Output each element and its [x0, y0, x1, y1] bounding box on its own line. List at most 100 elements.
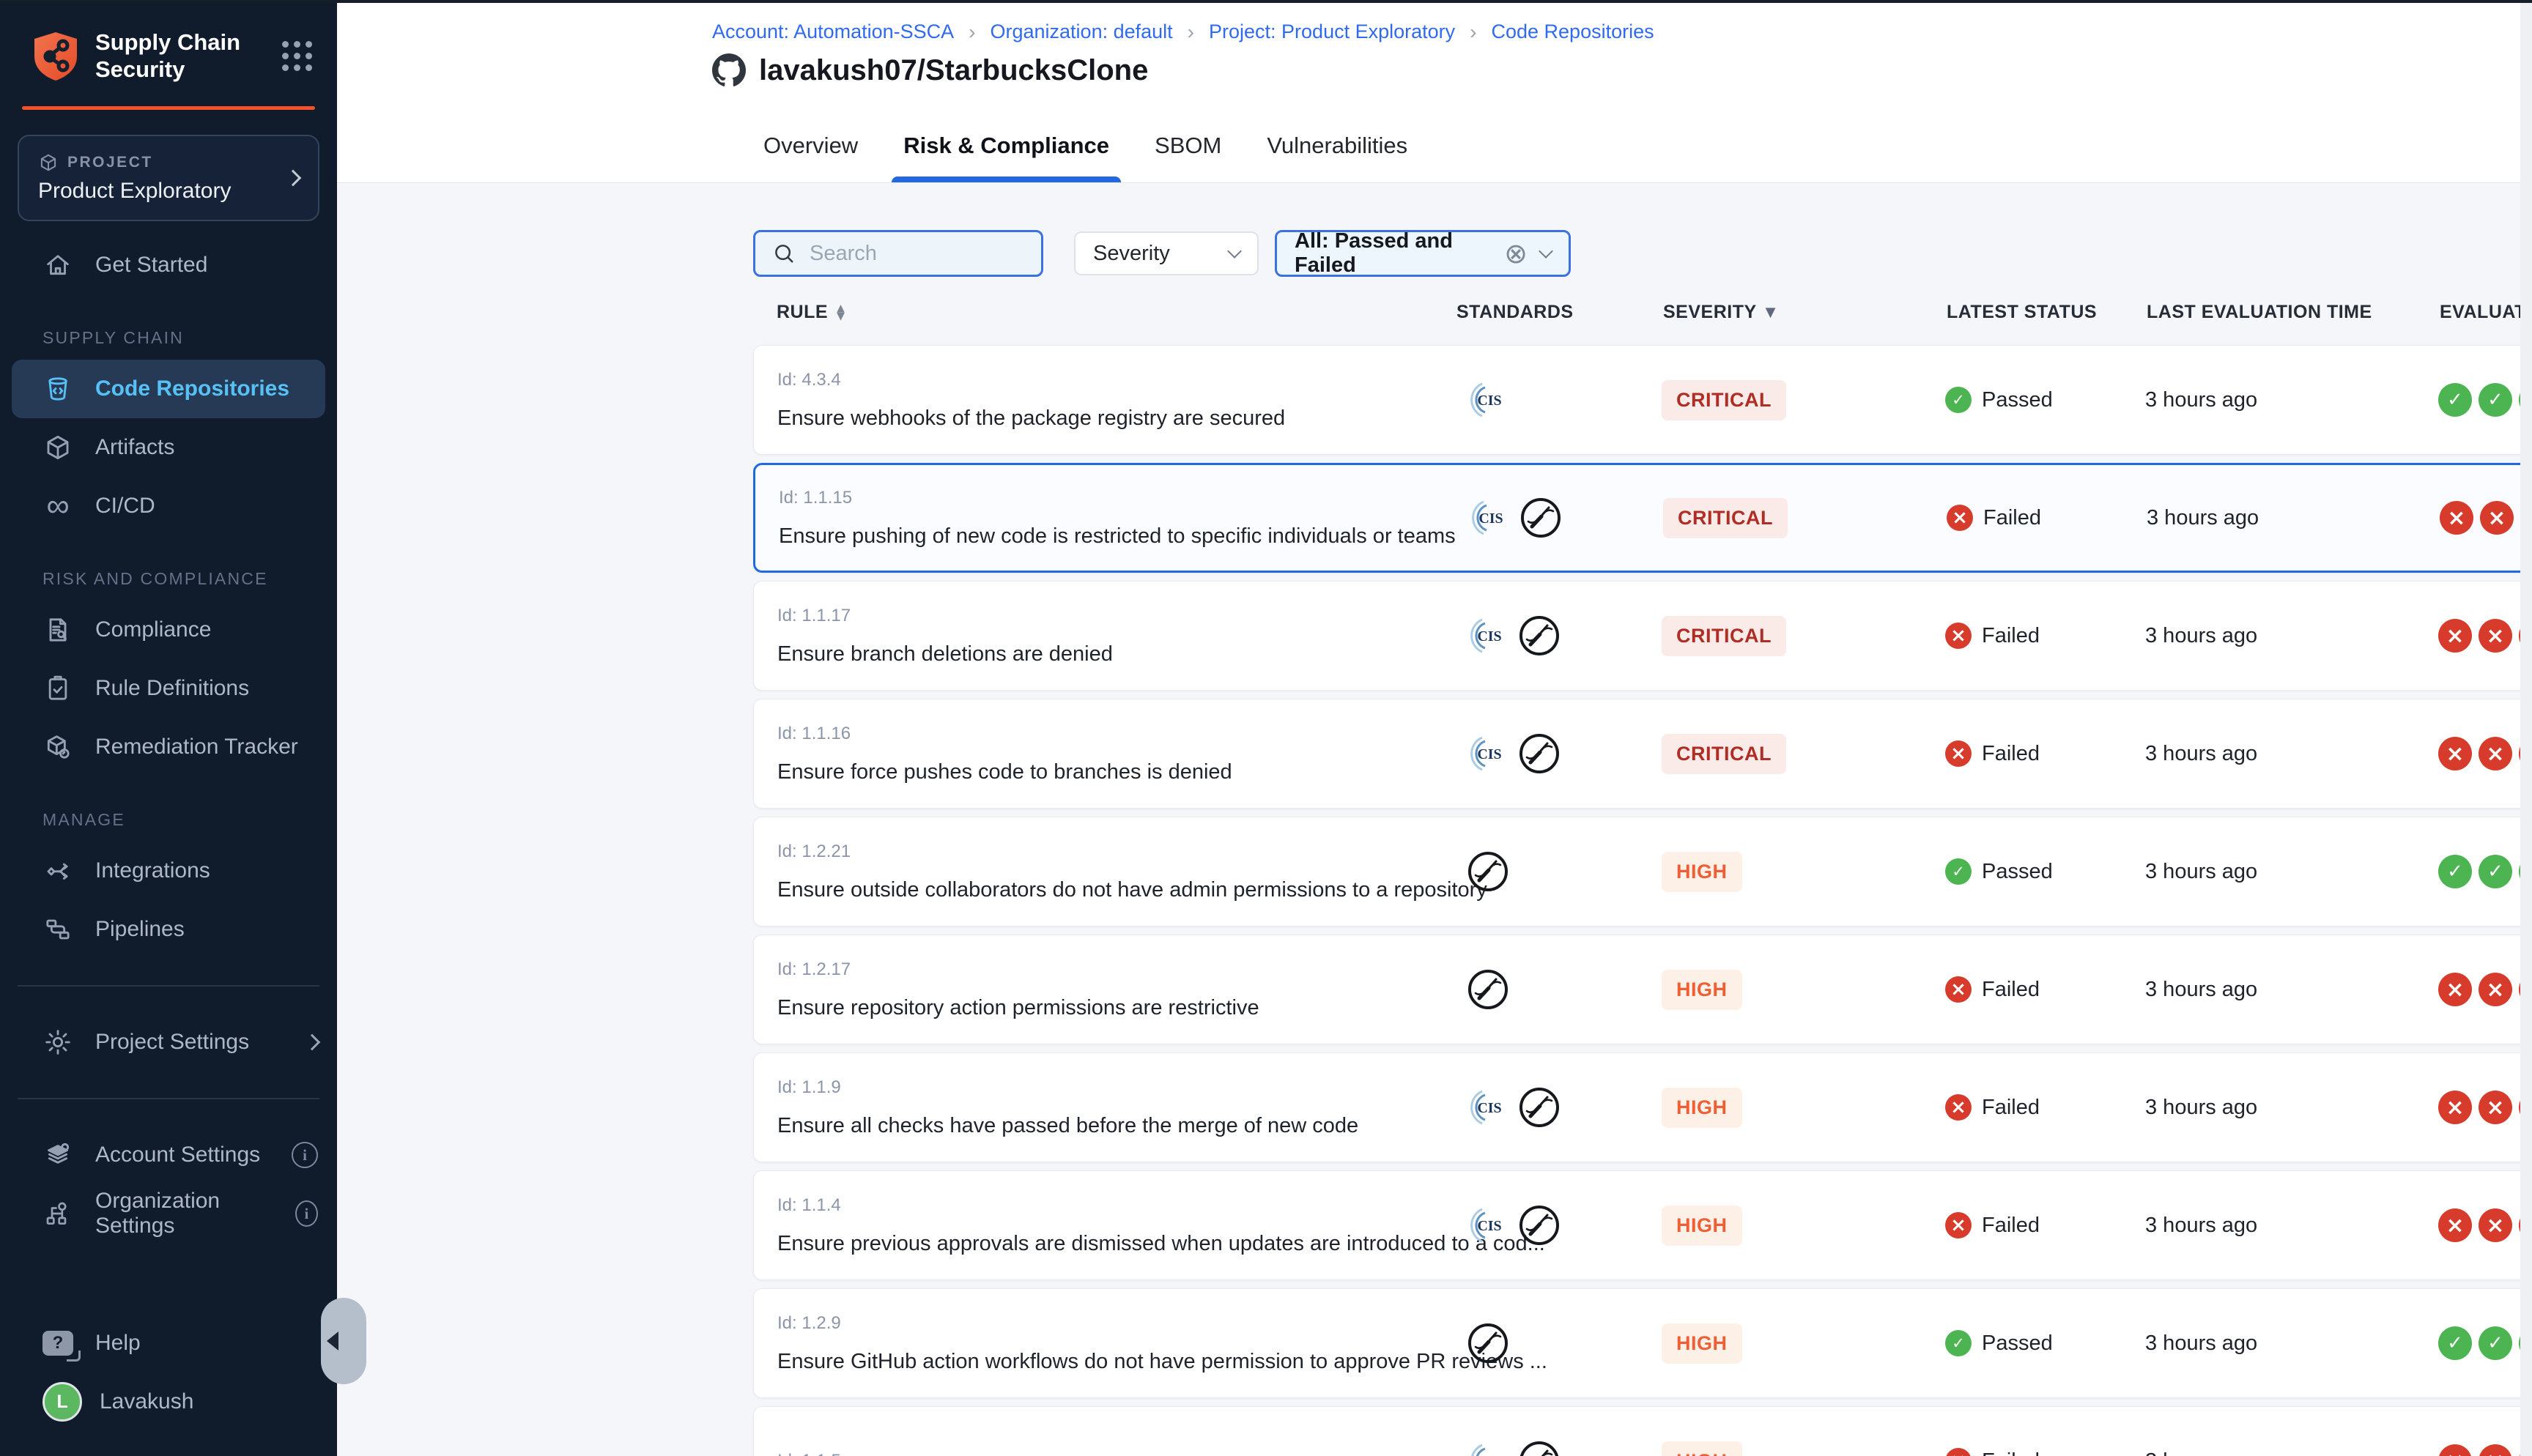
chevron-right-icon	[304, 1034, 321, 1051]
standards-cell: CIS	[1456, 497, 1663, 539]
owasp-standard-icon	[1467, 968, 1509, 1011]
sidebar-item-label: Get Started	[95, 253, 207, 278]
tab-overview[interactable]: Overview	[762, 108, 859, 182]
sidebar-item-label: Code Repositories	[95, 376, 289, 401]
breadcrumb: Account: Automation-SSCA › Organization: d…	[712, 21, 2532, 43]
status-failed-icon: ×	[1945, 1094, 1972, 1121]
sidebar-item-label: Remediation Tracker	[95, 735, 298, 759]
sidebar-item-pipelines[interactable]: Pipelines	[0, 900, 337, 959]
tab-vulnerabilities[interactable]: Vulnerabilities	[1265, 108, 1409, 182]
column-header-latest-status[interactable]: LATEST STATUS	[1947, 302, 2147, 323]
status-failed-icon: ×	[1945, 976, 1972, 1003]
status-cell: ×Failed	[1945, 1212, 2145, 1238]
filters-row: Severity All: Passed and Failed ⊗	[753, 230, 2532, 277]
help-chat-icon: ?	[42, 1328, 73, 1359]
cis-standard-icon: CIS	[1467, 1441, 1508, 1456]
sidebar-item-get-started[interactable]: Get Started	[0, 236, 337, 294]
sidebar-item-help[interactable]: ? Help	[0, 1314, 337, 1373]
table-row[interactable]: Id: 1.1.15Ensure pushing of new code is …	[753, 463, 2532, 573]
sidebar-item-artifacts[interactable]: Artifacts	[0, 418, 337, 477]
sort-desc-icon[interactable]: ▼	[1766, 305, 1776, 320]
breadcrumb-separator: ›	[969, 22, 975, 42]
table-row[interactable]: Id: 1.1.16Ensure force pushes code to br…	[753, 699, 2532, 809]
table-row[interactable]: Id: 1.1.9Ensure all checks have passed b…	[753, 1052, 2532, 1162]
info-icon[interactable]: i	[295, 1200, 318, 1227]
column-header-evaluation-history[interactable]: EVALUATION HISTORY	[2440, 302, 2532, 323]
history-failed-icon: ×	[2438, 1444, 2472, 1456]
sidebar-collapse-handle[interactable]	[321, 1298, 366, 1384]
table-header: RULE▲▼STANDARDSSEVERITY▼LATEST STATUSLAS…	[753, 302, 2532, 323]
column-header-rule[interactable]: RULE▲▼	[753, 302, 1456, 323]
table-row[interactable]: Id: 1.1.4Ensure previous approvals are d…	[753, 1170, 2532, 1280]
evaluation-history: ✓✓✓✓✓✓✓	[2438, 1326, 2532, 1360]
column-header-severity[interactable]: SEVERITY▼	[1663, 302, 1947, 323]
sidebar-item-integrations[interactable]: Integrations	[0, 842, 337, 900]
clear-filter-icon[interactable]: ⊗	[1504, 239, 1528, 267]
tab-risk-compliance[interactable]: Risk & Compliance	[902, 108, 1111, 182]
sidebar-item-remediation-tracker[interactable]: Remediation Tracker	[0, 718, 337, 776]
breadcrumb-link-account-automation-ssca[interactable]: Account: Automation-SSCA	[712, 21, 954, 43]
sidebar-item-label: Help	[95, 1331, 141, 1356]
severity-badge: CRITICAL	[1662, 734, 1786, 774]
status-label: Passed	[1982, 1331, 2053, 1356]
status-label: Failed	[1982, 1096, 2040, 1120]
sidebar-item-organization-settings[interactable]: Organization Settings i	[0, 1184, 337, 1243]
user-menu[interactable]: L Lavakush	[0, 1373, 337, 1431]
standards-cell	[1455, 850, 1662, 893]
table-row[interactable]: Id: 4.3.4 Ensure webhooks of the package …	[753, 345, 2532, 455]
severity-badge: HIGH	[1662, 1206, 1742, 1246]
column-header-label: EVALUATION HISTORY	[2440, 302, 2532, 323]
sidebar-item-label: Artifacts	[95, 435, 174, 460]
table-row[interactable]: Id: 1.1.5CISHIGH×Failed3 hours ago××××××…	[753, 1406, 2532, 1456]
sidebar-item-rule-definitions[interactable]: Rule Definitions	[0, 659, 337, 718]
divider	[18, 985, 319, 987]
info-icon[interactable]: i	[292, 1142, 318, 1168]
status-failed-icon: ×	[1945, 740, 1972, 767]
rule-cell: Id: 1.1.17Ensure branch deletions are de…	[754, 606, 1455, 666]
status-failed-icon: ×	[1945, 623, 1972, 649]
sidebar-item-label: Organization Settings	[95, 1189, 273, 1238]
rule-cell: Id: 1.1.9Ensure all checks have passed b…	[754, 1077, 1455, 1138]
table-row[interactable]: Id: 1.2.9Ensure GitHub action workflows …	[753, 1288, 2532, 1398]
search-input[interactable]	[808, 241, 1025, 267]
sidebar-item-code-repositories[interactable]: Code Repositories	[12, 360, 325, 418]
tab-sbom[interactable]: SBOM	[1153, 108, 1223, 182]
severity-dropdown[interactable]: Severity	[1074, 231, 1259, 275]
project-selector[interactable]: PROJECT Product Exploratory	[18, 135, 319, 221]
breadcrumb-link-organization-default[interactable]: Organization: default	[991, 21, 1173, 43]
nav-section-label-manage: MANAGE	[0, 776, 337, 842]
status-cell: ✓Passed	[1945, 1330, 2145, 1356]
evaluation-history: ×××××××	[2440, 501, 2532, 535]
table-row[interactable]: Id: 1.2.17Ensure repository action permi…	[753, 935, 2532, 1044]
history-failed-icon: ×	[2438, 1208, 2472, 1242]
sidebar-item-compliance[interactable]: Compliance	[0, 601, 337, 659]
status-filter-chip[interactable]: All: Passed and Failed ⊗	[1275, 230, 1571, 277]
column-header-standards[interactable]: STANDARDS	[1456, 302, 1663, 323]
severity-cell: HIGH	[1662, 1323, 1945, 1364]
cis-standard-icon: CIS	[1467, 615, 1508, 656]
evaluation-history: ×××××××	[2438, 619, 2532, 653]
sidebar-item-account-settings[interactable]: Account Settings i	[0, 1126, 337, 1184]
rule-description: Ensure all checks have passed before the…	[777, 1114, 1358, 1138]
owasp-standard-icon	[1518, 1204, 1561, 1247]
sort-icon[interactable]: ▲▼	[837, 305, 845, 321]
table-row[interactable]: Id: 1.2.21Ensure outside collaborators d…	[753, 817, 2532, 926]
scrollbar[interactable]	[2520, 3, 2532, 1456]
project-cube-icon	[38, 152, 59, 173]
breadcrumb-link-code-repositories[interactable]: Code Repositories	[1491, 21, 1654, 43]
sidebar-item-project-settings[interactable]: Project Settings	[0, 1013, 337, 1071]
status-cell: × Failed	[1945, 1094, 2145, 1121]
rule-description: Ensure webhooks of the package registry …	[777, 406, 1285, 431]
sidebar-item-label: CI/CD	[95, 494, 155, 519]
breadcrumb-link-project-product-exploratory[interactable]: Project: Product Exploratory	[1209, 21, 1455, 43]
app-grid-icon[interactable]	[282, 41, 312, 71]
status-cell: ×Failed	[1945, 976, 2145, 1003]
sidebar-item-ci-cd[interactable]: ∞CI/CD	[0, 477, 337, 535]
rule-description: Ensure force pushes code to branches is …	[777, 760, 1232, 784]
status-passed-icon: ✓	[1945, 387, 1972, 413]
column-header-last-evaluation-time[interactable]: LAST EVALUATION TIME	[2147, 302, 2440, 323]
rule-id: Id: 4.3.4	[777, 370, 841, 390]
history-failed-icon: ×	[2438, 1091, 2472, 1124]
table-row[interactable]: Id: 1.1.17Ensure branch deletions are de…	[753, 581, 2532, 691]
status-label: Failed	[1982, 624, 2040, 648]
